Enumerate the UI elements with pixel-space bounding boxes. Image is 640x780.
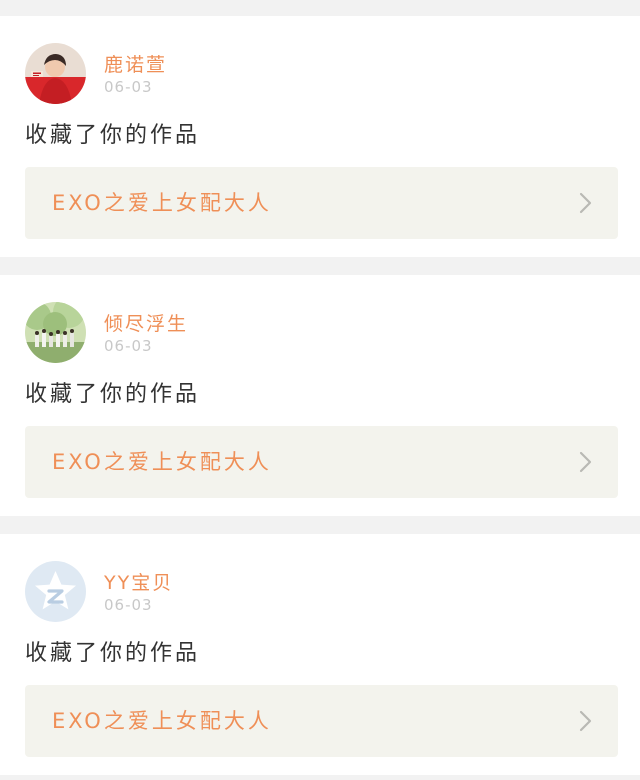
action-text: 收藏了你的作品 (25, 382, 201, 407)
notification-card: 鹿诺萱 06-03 收藏了你的作品 EXO之爱上女配大人 (0, 16, 640, 257)
notification-feed: 鹿诺萱 06-03 收藏了你的作品 EXO之爱上女配大人 倾尽浮生 06-03 … (0, 0, 640, 780)
work-link-button[interactable]: EXO之爱上女配大人 (25, 685, 618, 757)
timestamp: 06-03 (104, 337, 153, 355)
user-avatar[interactable] (25, 561, 86, 622)
work-title: EXO之爱上女配大人 (52, 191, 272, 215)
action-text: 收藏了你的作品 (25, 123, 201, 148)
chevron-right-icon (578, 450, 594, 474)
work-link-button[interactable]: EXO之爱上女配大人 (25, 426, 618, 498)
chevron-right-icon (578, 709, 594, 733)
username[interactable]: YY宝贝 (104, 572, 173, 594)
work-link-button[interactable]: EXO之爱上女配大人 (25, 167, 618, 239)
default-star-avatar-icon (25, 561, 86, 622)
chevron-right-icon (578, 191, 594, 215)
notification-card: YY宝贝 06-03 收藏了你的作品 EXO之爱上女配大人 (0, 534, 640, 775)
timestamp: 06-03 (104, 596, 153, 614)
timestamp: 06-03 (104, 78, 153, 96)
user-photo-avatar-icon (25, 302, 86, 363)
user-avatar[interactable] (25, 302, 86, 363)
username[interactable]: 倾尽浮生 (104, 313, 188, 335)
user-avatar[interactable] (25, 43, 86, 104)
action-text: 收藏了你的作品 (25, 641, 201, 666)
username[interactable]: 鹿诺萱 (104, 54, 167, 76)
user-photo-avatar-icon (25, 43, 86, 104)
work-title: EXO之爱上女配大人 (52, 709, 272, 733)
work-title: EXO之爱上女配大人 (52, 450, 272, 474)
notification-card: 倾尽浮生 06-03 收藏了你的作品 EXO之爱上女配大人 (0, 275, 640, 516)
